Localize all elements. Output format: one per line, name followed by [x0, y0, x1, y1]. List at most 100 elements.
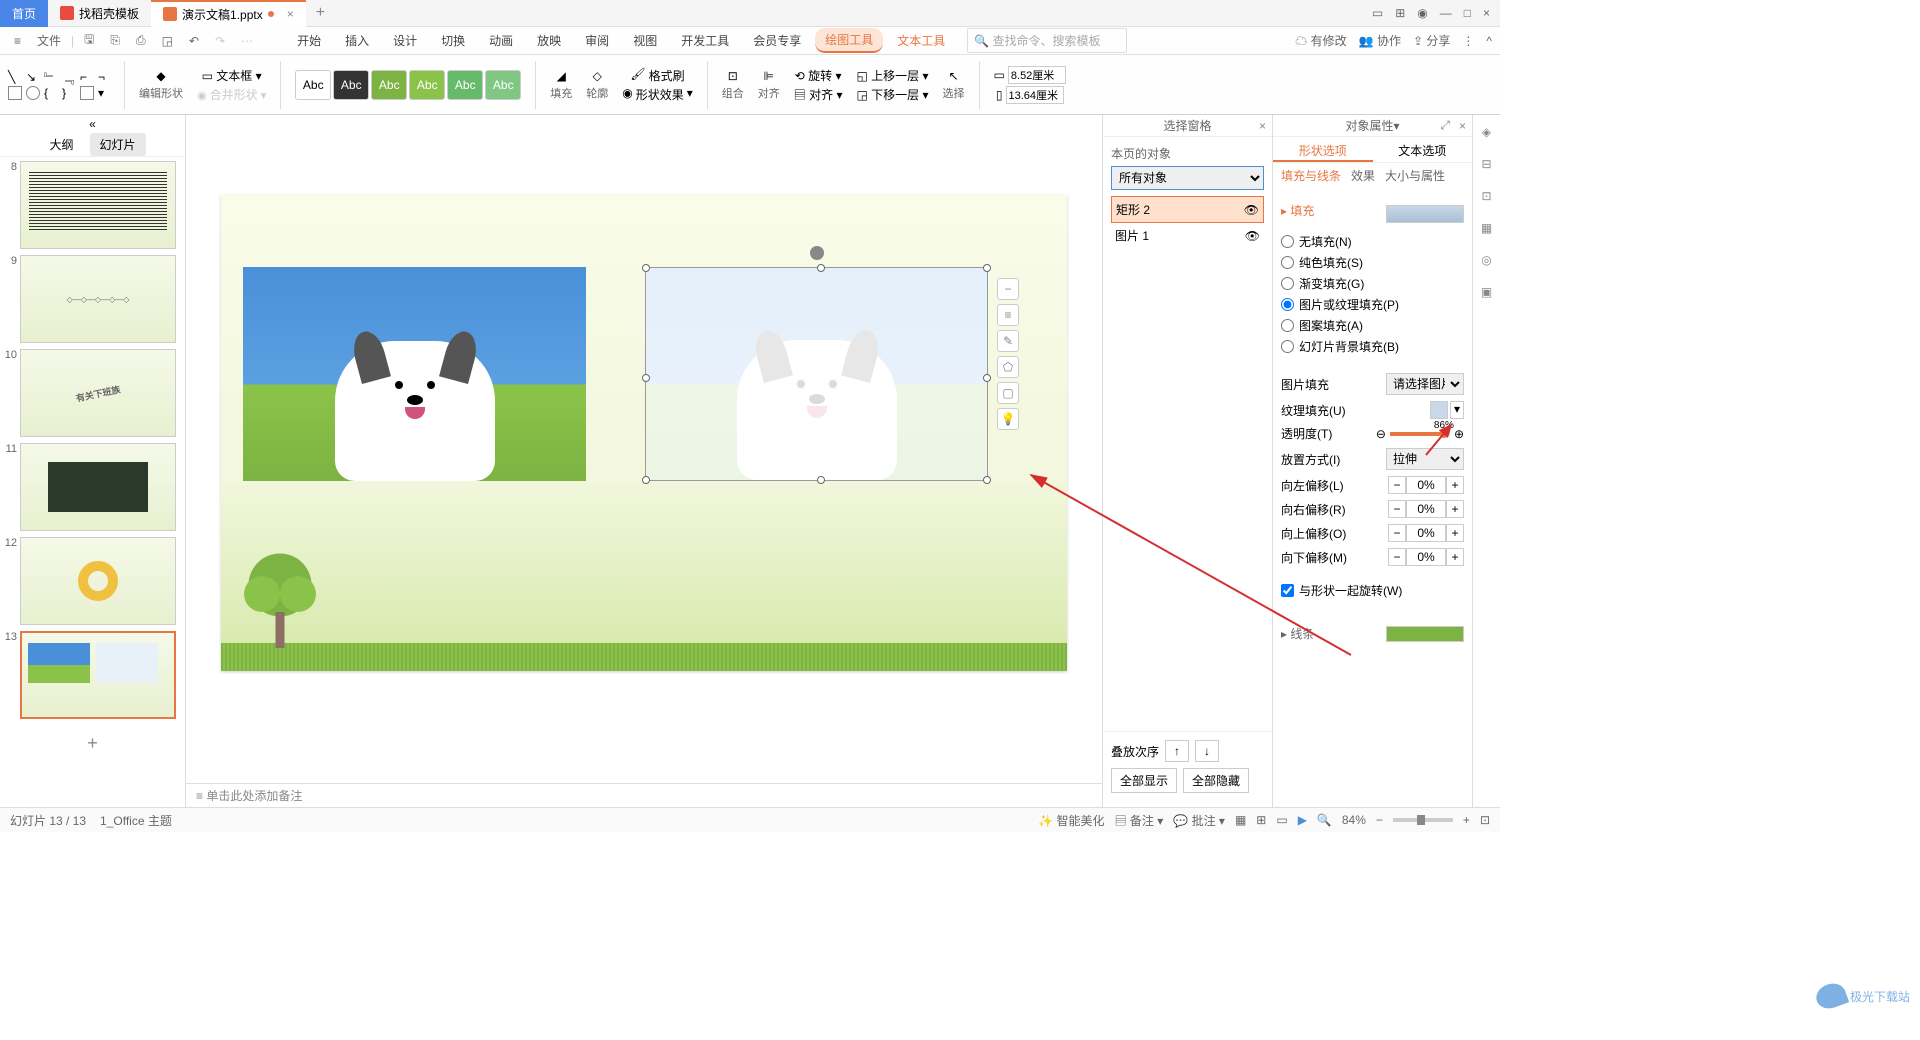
menu-drawing[interactable]: 绘图工具 [815, 28, 883, 53]
notes-placeholder[interactable]: 单击此处添加备注 [206, 787, 302, 804]
menu-view[interactable]: 视图 [623, 28, 667, 53]
offset-t-minus[interactable]: − [1388, 524, 1406, 542]
shape-gallery[interactable]: ╲↘﹄﹃⌐¬ {}▾ [8, 70, 114, 100]
menu-design[interactable]: 设计 [383, 28, 427, 53]
float-minus-icon[interactable]: − [997, 278, 1019, 300]
send-backward-button[interactable]: ◲ 下移一层 ▾ [857, 86, 929, 103]
beautify-button[interactable]: ✨ 智能美化 [1038, 812, 1104, 829]
slide-thumb-12[interactable] [20, 537, 176, 625]
slide-canvas[interactable]: − ≡ ✎ ⬠ ▢ 💡 [221, 195, 1067, 671]
rotate-with-checkbox[interactable] [1281, 584, 1294, 597]
pattern-fill-radio[interactable] [1281, 319, 1294, 332]
selected-rectangle[interactable]: − ≡ ✎ ⬠ ▢ 💡 [645, 267, 988, 481]
offset-b-minus[interactable]: − [1388, 548, 1406, 566]
fill-preview[interactable] [1386, 205, 1464, 223]
offset-l-plus[interactable]: + [1446, 476, 1464, 494]
float-shape-icon[interactable]: ⬠ [997, 356, 1019, 378]
close-selection-pane-icon[interactable]: × [1259, 119, 1266, 133]
side-tool-1[interactable]: ◈ [1482, 125, 1491, 139]
zoom-level[interactable]: 84% [1342, 813, 1366, 827]
view-sorter-icon[interactable]: ⊞ [1256, 813, 1266, 827]
resize-handle-r[interactable] [983, 374, 991, 382]
grid-icon[interactable]: ⊞ [1395, 6, 1405, 20]
float-bulb-icon[interactable]: 💡 [997, 408, 1019, 430]
picture-fill-radio[interactable] [1281, 298, 1294, 311]
show-all-button[interactable]: 全部显示 [1111, 768, 1177, 793]
menu-review[interactable]: 审阅 [575, 28, 619, 53]
float-rect-icon[interactable]: ▢ [997, 382, 1019, 404]
side-tool-2[interactable]: ⊟ [1481, 157, 1491, 171]
line-preview[interactable] [1386, 626, 1464, 642]
more-icon[interactable]: ⋮ [1462, 34, 1474, 48]
more-qat-icon[interactable]: ⋯ [235, 30, 259, 52]
slides-tab[interactable]: 幻灯片 [90, 133, 146, 156]
side-tool-4[interactable]: ▦ [1481, 221, 1492, 235]
object-filter-select[interactable]: 所有对象 [1111, 166, 1264, 190]
pic-select[interactable]: 请选择图片 [1386, 373, 1464, 395]
offset-t-plus[interactable]: + [1446, 524, 1464, 542]
resize-handle-tr[interactable] [983, 264, 991, 272]
avatar-icon[interactable]: ◉ [1417, 6, 1427, 20]
height-input[interactable] [1006, 86, 1064, 104]
float-layers-icon[interactable]: ≡ [997, 304, 1019, 326]
shape-options-tab[interactable]: 形状选项 [1273, 137, 1373, 162]
object-item-image[interactable]: 图片 1👁 [1111, 223, 1264, 248]
resize-handle-t[interactable] [817, 264, 825, 272]
offset-l-minus[interactable]: − [1388, 476, 1406, 494]
add-slide-button[interactable]: + [4, 725, 181, 762]
offset-l-input[interactable] [1406, 476, 1446, 494]
zoom-slider[interactable] [1393, 818, 1453, 822]
share-button[interactable]: ⇪ 分享 [1413, 32, 1450, 49]
slide-thumb-9[interactable]: ◇—◇—◇—◇—◇ [20, 255, 176, 343]
outline-tab[interactable]: 大纲 [39, 133, 83, 156]
align-button[interactable]: ⊫ [764, 69, 774, 83]
slider-plus[interactable]: ⊕ [1454, 427, 1464, 441]
resize-handle-bl[interactable] [642, 476, 650, 484]
menu-dev[interactable]: 开发工具 [671, 28, 739, 53]
view-reading-icon[interactable]: ▭ [1276, 813, 1287, 827]
outline-button[interactable]: ◇ [593, 69, 602, 83]
slide-thumb-11[interactable] [20, 443, 176, 531]
zoom-slider-minus[interactable]: − [1376, 813, 1383, 827]
texture-dropdown[interactable]: ▾ [1450, 401, 1464, 419]
export-icon[interactable]: ⎘ [104, 29, 126, 52]
notes-icon[interactable]: ≡ [196, 789, 203, 803]
visibility-icon[interactable]: 👁 [1244, 203, 1259, 217]
select-button[interactable]: ↖ [949, 69, 959, 83]
texture-swatch[interactable] [1430, 401, 1448, 419]
shape-styles[interactable]: Abc Abc Abc Abc Abc Abc [291, 70, 525, 100]
print-icon[interactable]: ⎙ [130, 29, 152, 52]
menu-text[interactable]: 文本工具 [887, 28, 955, 53]
hide-all-button[interactable]: 全部隐藏 [1183, 768, 1249, 793]
preview-icon[interactable]: ◲ [156, 30, 179, 52]
menu-insert[interactable]: 插入 [335, 28, 379, 53]
fit-icon[interactable]: ⊡ [1480, 813, 1490, 827]
fill-button[interactable]: ◢ [557, 69, 566, 83]
text-box-button[interactable]: ▭ 文本框 ▾ [202, 67, 262, 84]
offset-r-plus[interactable]: + [1446, 500, 1464, 518]
slide-thumb-13[interactable] [20, 631, 176, 719]
effect-subtab[interactable]: 效果 [1351, 167, 1375, 184]
offset-r-input[interactable] [1406, 500, 1446, 518]
save-icon[interactable]: 🖫 [78, 26, 100, 55]
comments-button[interactable]: 💬 批注 ▾ [1173, 812, 1225, 829]
search-input[interactable]: 🔍 查找命令、搜索模板 [967, 28, 1127, 53]
menu-slideshow[interactable]: 放映 [527, 28, 571, 53]
minimize-icon[interactable]: — [1440, 6, 1452, 20]
view-normal-icon[interactable]: ▦ [1235, 813, 1246, 827]
collapse-left-icon[interactable]: « [0, 115, 185, 133]
new-tab-button[interactable]: + [306, 4, 335, 22]
collab-button[interactable]: 👥 协作 [1359, 32, 1401, 49]
float-edit-icon[interactable]: ✎ [997, 330, 1019, 352]
resize-handle-l[interactable] [642, 374, 650, 382]
rotate-handle[interactable] [810, 246, 824, 260]
resize-handle-tl[interactable] [642, 264, 650, 272]
file-menu[interactable]: 文件 [31, 28, 67, 53]
redo-icon[interactable]: ↷ [209, 30, 231, 52]
close-tab-icon[interactable]: × [287, 7, 294, 21]
no-fill-radio[interactable] [1281, 235, 1294, 248]
tab-document[interactable]: 演示文稿1.pptx× [151, 0, 306, 27]
notes-button[interactable]: ▤ 备注 ▾ [1115, 812, 1164, 829]
slide-bg-fill-radio[interactable] [1281, 340, 1294, 353]
chevron-up-icon[interactable]: ^ [1486, 34, 1492, 48]
